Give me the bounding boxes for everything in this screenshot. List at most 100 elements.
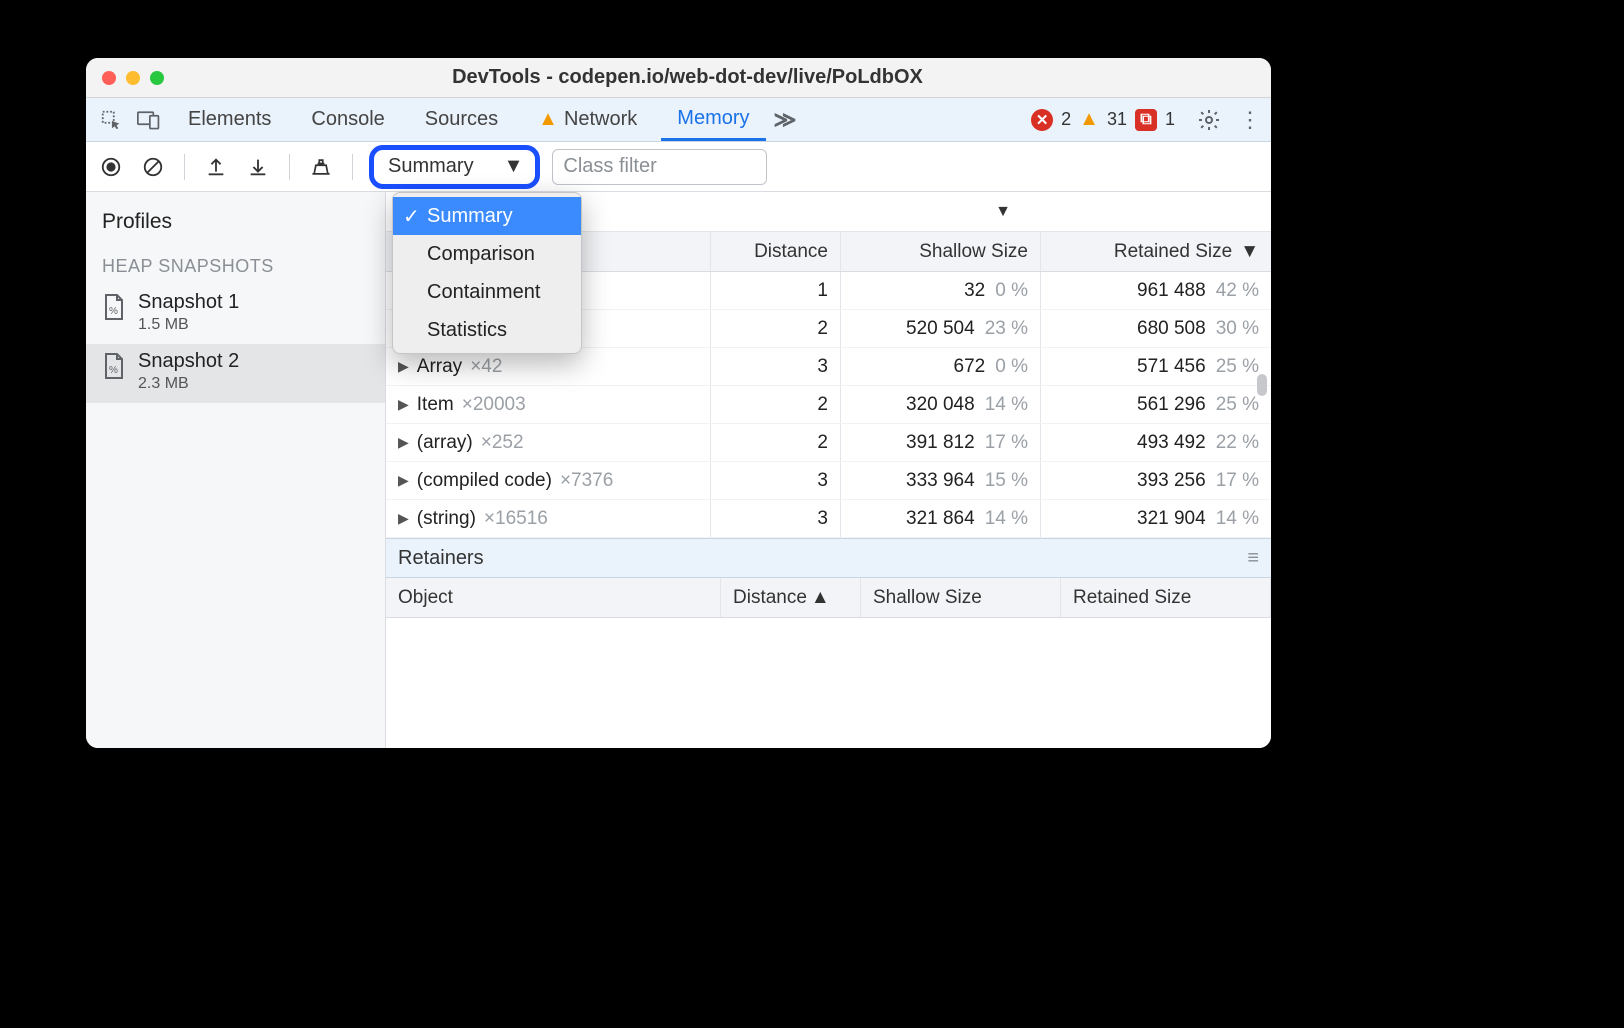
dropdown-item-comparison[interactable]: Comparison bbox=[393, 235, 581, 273]
cell-retained: 393 25617 % bbox=[1041, 462, 1271, 499]
collect-garbage-icon[interactable] bbox=[306, 152, 336, 182]
perspective-select-highlight: Summary ▼ bbox=[369, 145, 540, 189]
cell-shallow: 320 04814 % bbox=[841, 386, 1041, 423]
tab-sources-label: Sources bbox=[425, 108, 498, 131]
tab-network[interactable]: ▲ Network bbox=[522, 98, 653, 141]
disclose-triangle-icon[interactable]: ▶ bbox=[398, 472, 409, 489]
table-row[interactable]: ▶(string)×165163321 86414 %321 90414 % bbox=[386, 500, 1271, 538]
retainers-menu-icon[interactable]: ≡ bbox=[1247, 547, 1259, 570]
snapshot-item[interactable]: % Snapshot 1 1.5 MB bbox=[86, 285, 385, 344]
constructor-multiplicity: ×252 bbox=[481, 432, 524, 454]
tab-elements[interactable]: Elements bbox=[172, 98, 287, 141]
scrollbar-thumb[interactable] bbox=[1257, 374, 1267, 396]
header-retained-size[interactable]: Retained Size ▼ bbox=[1041, 232, 1271, 271]
constructor-multiplicity: ×7376 bbox=[560, 470, 613, 492]
cell-distance: 3 bbox=[711, 348, 841, 385]
record-button[interactable] bbox=[96, 152, 126, 182]
close-window-button[interactable] bbox=[102, 71, 116, 85]
tab-sources[interactable]: Sources bbox=[409, 98, 514, 141]
kebab-menu-icon[interactable]: ⋮ bbox=[1239, 107, 1261, 133]
sidebar-section-heading: HEAP SNAPSHOTS bbox=[86, 248, 385, 285]
inspect-element-icon[interactable] bbox=[96, 105, 126, 135]
retainers-header-row: Object Distance ▲ Shallow Size Retained … bbox=[386, 578, 1271, 618]
header-shallow-size[interactable]: Shallow Size bbox=[841, 232, 1041, 271]
snapshot-size: 1.5 MB bbox=[138, 316, 239, 334]
constructor-name: (array) bbox=[417, 432, 473, 454]
constructor-multiplicity: ×42 bbox=[470, 356, 502, 378]
retainers-header-shallow[interactable]: Shallow Size bbox=[861, 578, 1061, 617]
error-icon[interactable]: ✕ bbox=[1031, 109, 1053, 131]
save-profile-icon[interactable] bbox=[243, 152, 273, 182]
device-toolbar-icon[interactable] bbox=[134, 105, 164, 135]
body-panel: Profiles HEAP SNAPSHOTS % Snapshot 1 1.5… bbox=[86, 192, 1271, 748]
dropdown-item-statistics[interactable]: Statistics bbox=[393, 311, 581, 349]
filter-caret-icon[interactable]: ▼ bbox=[995, 203, 1011, 221]
retainers-header-distance[interactable]: Distance ▲ bbox=[721, 578, 861, 617]
cell-retained: 493 49222 % bbox=[1041, 424, 1271, 461]
tab-memory[interactable]: Memory bbox=[661, 98, 765, 141]
maximize-window-button[interactable] bbox=[150, 71, 164, 85]
retainers-header-retained[interactable]: Retained Size bbox=[1061, 578, 1271, 617]
message-icon[interactable]: ⧉ bbox=[1135, 109, 1157, 131]
header-distance[interactable]: Distance bbox=[711, 232, 841, 271]
clear-button[interactable] bbox=[138, 152, 168, 182]
more-tabs-button[interactable]: ≫ bbox=[774, 107, 797, 133]
snapshot-name: Snapshot 1 bbox=[138, 291, 239, 314]
table-row[interactable]: ▶Item×200032320 04814 %561 29625 % bbox=[386, 386, 1271, 424]
constructor-name: (compiled code) bbox=[417, 470, 552, 492]
perspective-select[interactable]: Summary ▼ bbox=[374, 150, 535, 184]
constructor-name: Array bbox=[417, 356, 462, 378]
cell-shallow: 333 96415 % bbox=[841, 462, 1041, 499]
constructor-multiplicity: ×16516 bbox=[484, 508, 548, 530]
warning-icon[interactable]: ▲ bbox=[1079, 108, 1099, 131]
disclose-triangle-icon[interactable]: ▶ bbox=[398, 396, 409, 413]
sort-desc-icon: ▼ bbox=[1240, 241, 1259, 263]
snapshot-item[interactable]: % Snapshot 2 2.3 MB bbox=[86, 344, 385, 403]
message-count: 1 bbox=[1165, 109, 1175, 130]
perspective-select-value: Summary bbox=[388, 155, 474, 178]
sort-asc-icon: ▲ bbox=[811, 587, 830, 609]
sidebar-title: Profiles bbox=[86, 202, 385, 248]
retainers-title-bar: Retainers ≡ bbox=[386, 538, 1271, 578]
disclose-triangle-icon[interactable]: ▶ bbox=[398, 510, 409, 527]
disclose-triangle-icon[interactable]: ▶ bbox=[398, 358, 409, 375]
cell-retained: 961 48842 % bbox=[1041, 272, 1271, 309]
minimize-window-button[interactable] bbox=[126, 71, 140, 85]
dropdown-item-containment[interactable]: Containment bbox=[393, 273, 581, 311]
warning-icon: ▲ bbox=[538, 108, 558, 131]
constructor-name: (string) bbox=[417, 508, 476, 530]
load-profile-icon[interactable] bbox=[201, 152, 231, 182]
cell-shallow: 520 50423 % bbox=[841, 310, 1041, 347]
error-count: 2 bbox=[1061, 109, 1071, 130]
settings-icon[interactable] bbox=[1197, 108, 1221, 132]
warning-count: 31 bbox=[1107, 109, 1127, 130]
toolbar-separator bbox=[184, 154, 185, 180]
cell-distance: 3 bbox=[711, 500, 841, 537]
cell-shallow: 6720 % bbox=[841, 348, 1041, 385]
dropdown-item-summary[interactable]: Summary bbox=[393, 197, 581, 235]
class-filter-input[interactable] bbox=[552, 149, 767, 185]
disclose-triangle-icon[interactable]: ▶ bbox=[398, 434, 409, 451]
window-title: DevTools - codepen.io/web-dot-dev/live/P… bbox=[164, 66, 1271, 89]
cell-retained: 561 29625 % bbox=[1041, 386, 1271, 423]
retainers-header-object[interactable]: Object bbox=[386, 578, 721, 617]
snapshot-name: Snapshot 2 bbox=[138, 350, 239, 373]
header-retained-label: Retained Size bbox=[1114, 241, 1232, 263]
tab-network-label: Network bbox=[564, 108, 637, 131]
table-row[interactable]: ▶ (compiled code) ×7376 3333 96415 %393 256… bbox=[386, 462, 1271, 500]
status-badges: ✕ 2 ▲ 31 ⧉ 1 ⋮ bbox=[1031, 107, 1261, 133]
cell-retained: 321 90414 % bbox=[1041, 500, 1271, 537]
table-row[interactable]: ▶(array)×2522391 81217 %493 49222 % bbox=[386, 424, 1271, 462]
cell-distance: 2 bbox=[711, 386, 841, 423]
cell-distance: 1 bbox=[711, 272, 841, 309]
cell-shallow: 391 81217 % bbox=[841, 424, 1041, 461]
tab-console[interactable]: Console bbox=[295, 98, 400, 141]
constructor-name: Item bbox=[417, 394, 454, 416]
traffic-lights bbox=[102, 71, 164, 85]
tab-elements-label: Elements bbox=[188, 108, 271, 131]
titlebar: DevTools - codepen.io/web-dot-dev/live/P… bbox=[86, 58, 1271, 98]
retainers-body bbox=[386, 618, 1271, 748]
tab-console-label: Console bbox=[311, 108, 384, 131]
cell-distance: 3 bbox=[711, 462, 841, 499]
main-tabs-bar: Elements Console Sources ▲ Network Memor… bbox=[86, 98, 1271, 142]
